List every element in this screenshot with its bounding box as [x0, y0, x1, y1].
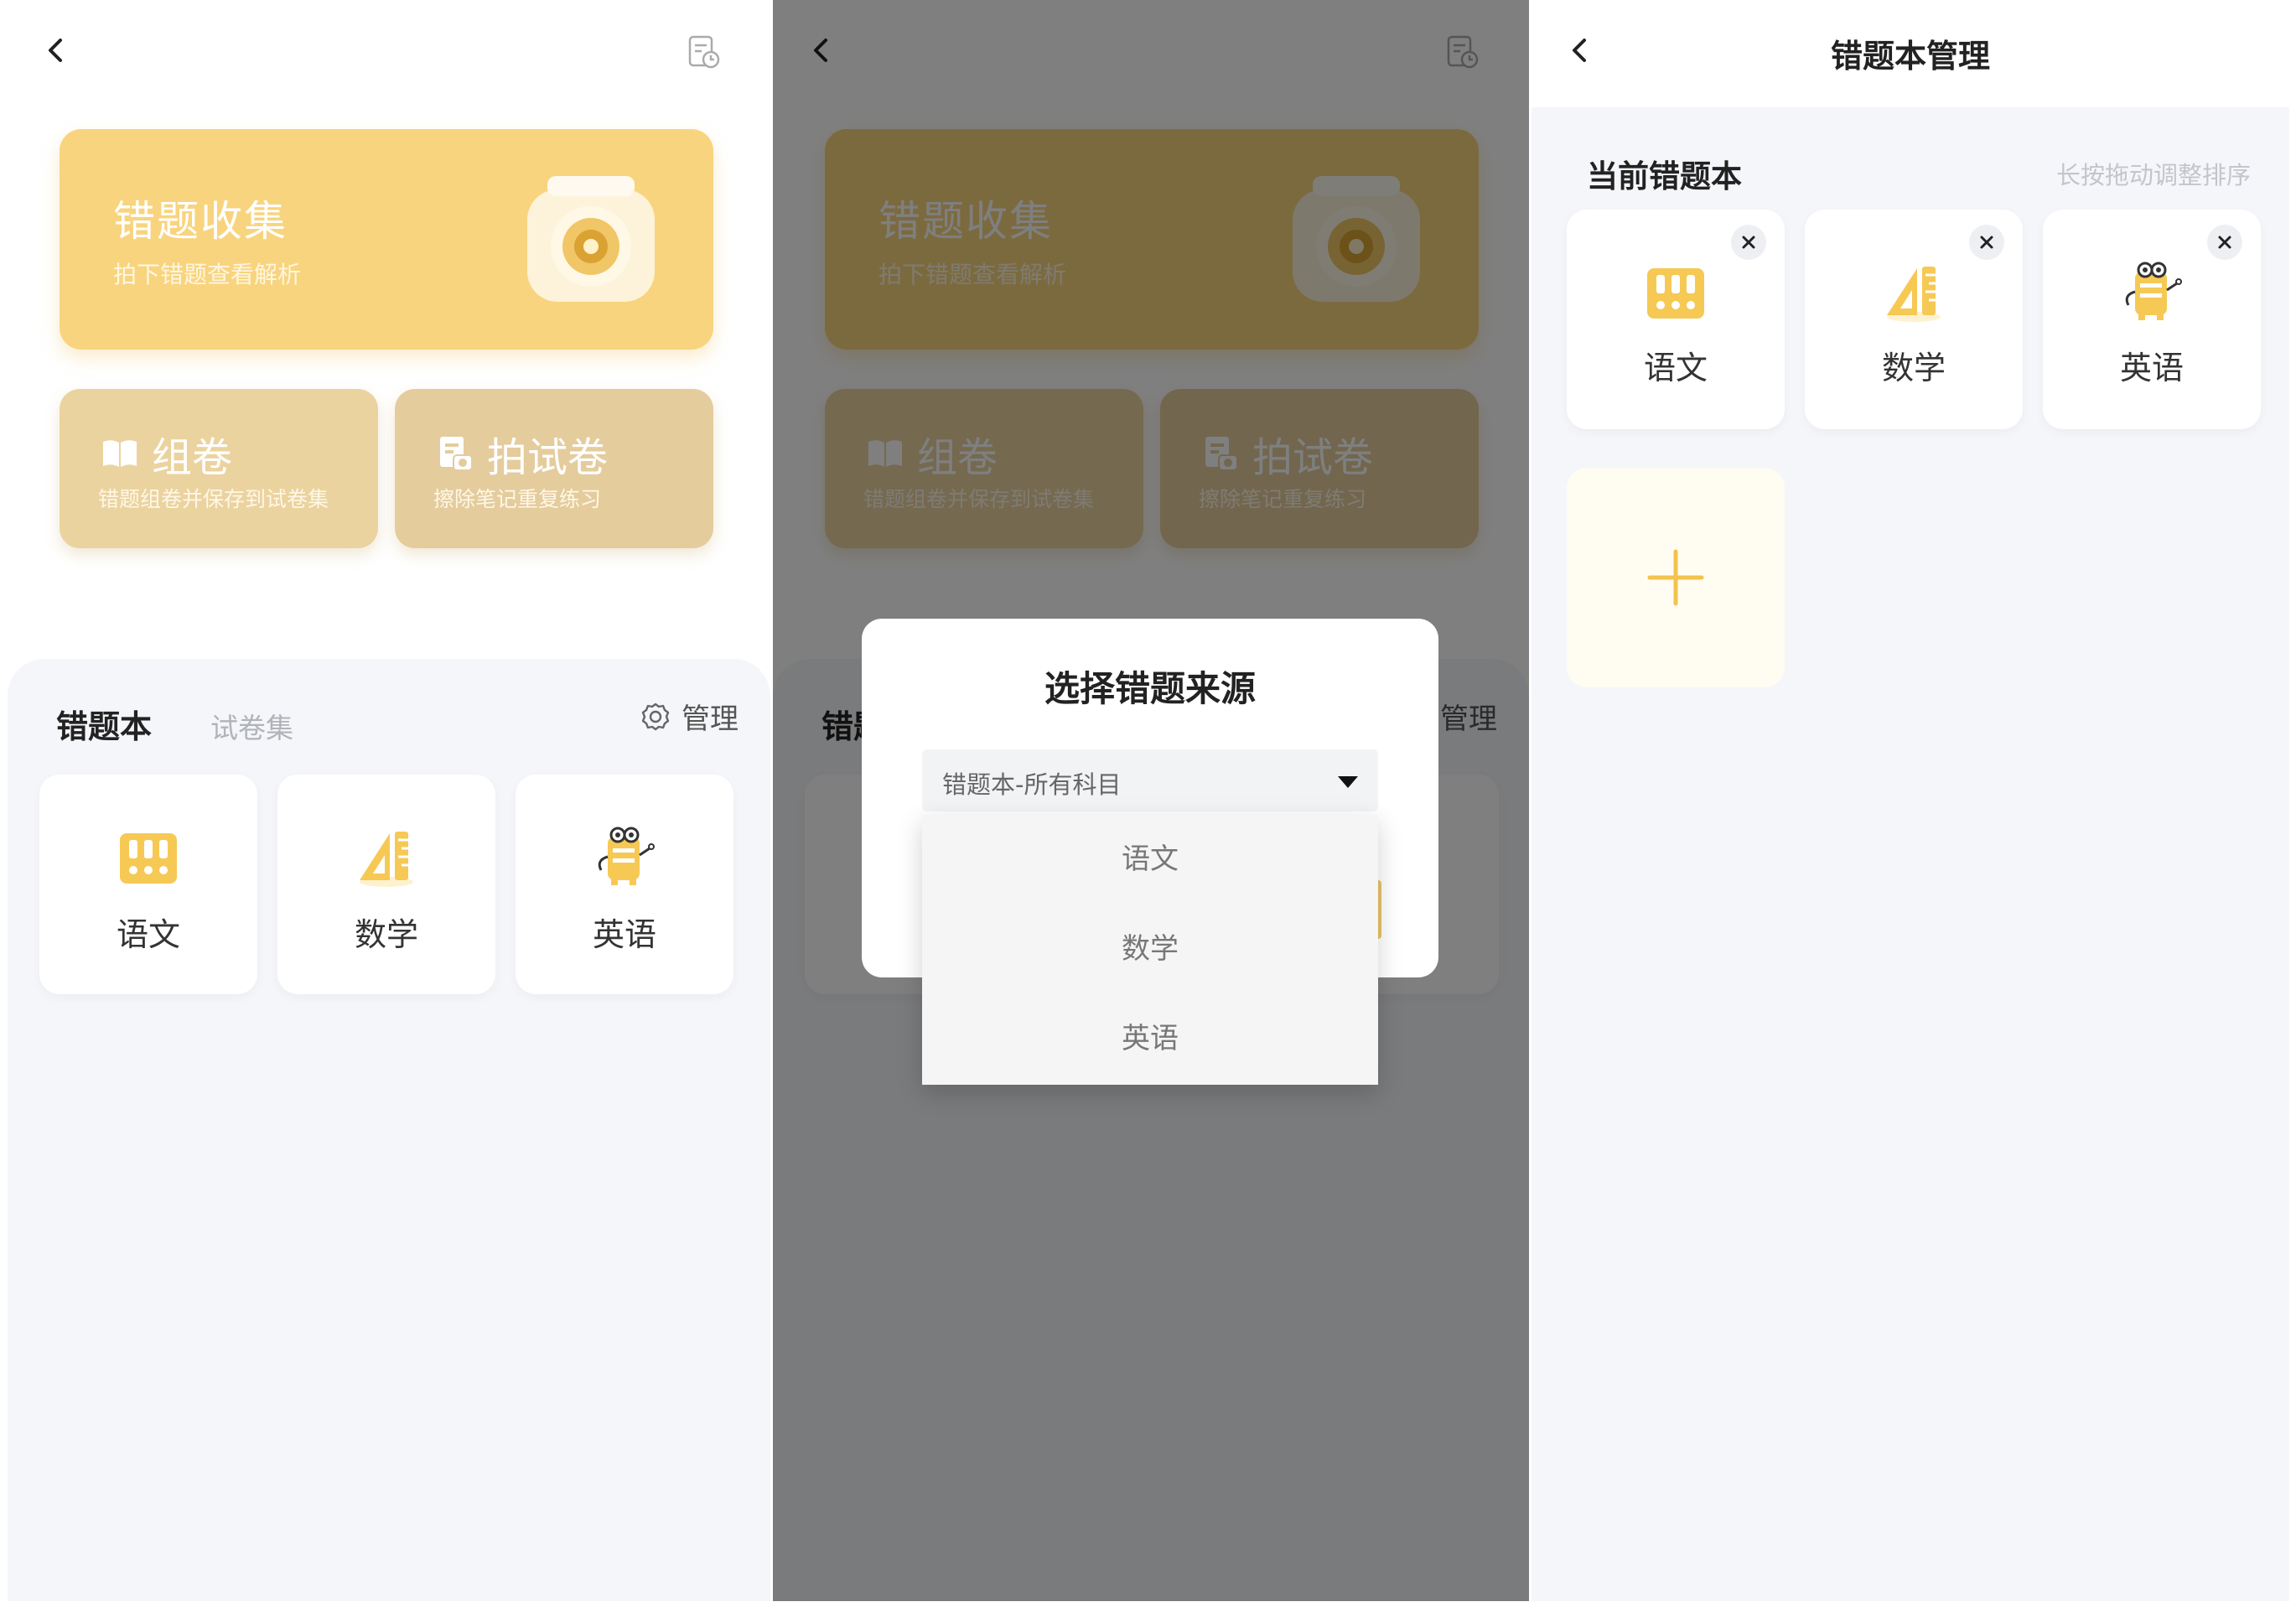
- compose-paper-card[interactable]: 组卷 错题组卷并保存到试卷集: [60, 389, 378, 548]
- close-icon[interactable]: [1731, 225, 1766, 260]
- history-icon[interactable]: [685, 34, 722, 70]
- subject-label: 数学: [1881, 350, 1946, 386]
- close-icon[interactable]: [2207, 225, 2242, 260]
- subject-label: 数学: [354, 916, 418, 953]
- subject-card-chinese[interactable]: 语文: [39, 775, 257, 994]
- plus-icon: [1647, 549, 1704, 606]
- subject-label: 英语: [2119, 350, 2184, 386]
- manage-body: 当前错题本 长按拖动调整排序 语文 数学 英语: [1532, 107, 2289, 1601]
- dropdown-option[interactable]: 语文: [922, 815, 1378, 905]
- tab-bar: 错题本 试卷集: [56, 701, 293, 747]
- books-icon: [115, 823, 182, 890]
- collect-subtitle: 拍下错题查看解析: [113, 261, 302, 288]
- mascot-icon: [591, 823, 658, 890]
- source-select-value: 错题本-所有科目: [942, 770, 1122, 799]
- close-icon[interactable]: [1969, 225, 2004, 260]
- add-subject-button[interactable]: [1567, 468, 1785, 687]
- back-icon[interactable]: [39, 34, 73, 67]
- subject-card-math[interactable]: 数学: [277, 775, 495, 994]
- home-screen: 错题收集 拍下错题查看解析 组卷 错题组卷并保存到试卷集 拍试卷 擦除笔记重复练…: [8, 0, 770, 1601]
- source-select[interactable]: 错题本-所有科目: [922, 749, 1378, 811]
- photo-paper-card[interactable]: 拍试卷 擦除笔记重复练习: [395, 389, 713, 548]
- photo-subtitle: 擦除笔记重复练习: [433, 487, 602, 511]
- subject-label: 语文: [116, 916, 180, 953]
- section-label: 当前错题本: [1587, 158, 1742, 194]
- dialog-title: 选择错题来源: [1044, 668, 1256, 709]
- scan-icon: [440, 437, 473, 471]
- subject-card-english[interactable]: 英语: [516, 775, 733, 994]
- manage-card-chinese[interactable]: 语文: [1567, 210, 1785, 429]
- subject-label: 英语: [592, 916, 656, 953]
- source-dropdown: 语文 数学 英语: [922, 815, 1378, 1085]
- manage-card-math[interactable]: 数学: [1805, 210, 2023, 429]
- collect-title: 错题收集: [113, 197, 288, 246]
- collect-mistakes-card[interactable]: 错题收集 拍下错题查看解析: [60, 129, 713, 350]
- book-icon: [103, 440, 137, 467]
- caret-down-icon: [1338, 776, 1358, 788]
- manage-label: 管理: [682, 702, 739, 736]
- subject-label: 语文: [1643, 350, 1708, 386]
- dropdown-option[interactable]: 英语: [922, 994, 1378, 1084]
- subject-list: 语文 数学 英语: [39, 775, 733, 994]
- compose-title: 组卷: [152, 434, 233, 481]
- bottom-sheet: 错题本 试卷集 管理 语文 数学 英语: [8, 659, 770, 1601]
- manage-card-english[interactable]: 英语: [2043, 210, 2261, 429]
- tab-mistake-book[interactable]: 错题本: [56, 701, 152, 747]
- photo-title: 拍试卷: [487, 434, 609, 481]
- books-icon: [1642, 258, 1709, 325]
- gear-icon: [641, 702, 670, 730]
- dropdown-option[interactable]: 数学: [922, 905, 1378, 994]
- ruler-icon: [353, 823, 420, 890]
- compose-subtitle: 错题组卷并保存到试卷集: [98, 487, 329, 511]
- page-title: 错题本管理: [1830, 38, 1990, 75]
- current-subject-list: 语文 数学 英语: [1567, 210, 2261, 429]
- ruler-icon: [1880, 258, 1947, 325]
- camera-icon: [519, 166, 663, 310]
- select-source-screen: 错题收集 拍下错题查看解析 组卷 错题组卷并保存到试卷集 拍试卷 擦除笔记重复练…: [773, 0, 1529, 1601]
- tab-paper-set[interactable]: 试卷集: [210, 706, 293, 746]
- manage-button[interactable]: 管理: [640, 696, 739, 737]
- manage-screen: 错题本管理 当前错题本 长按拖动调整排序 语文 数学 英语: [1532, 0, 2289, 1601]
- mascot-icon: [2118, 258, 2185, 325]
- sort-hint: 长按拖动调整排序: [2055, 161, 2251, 189]
